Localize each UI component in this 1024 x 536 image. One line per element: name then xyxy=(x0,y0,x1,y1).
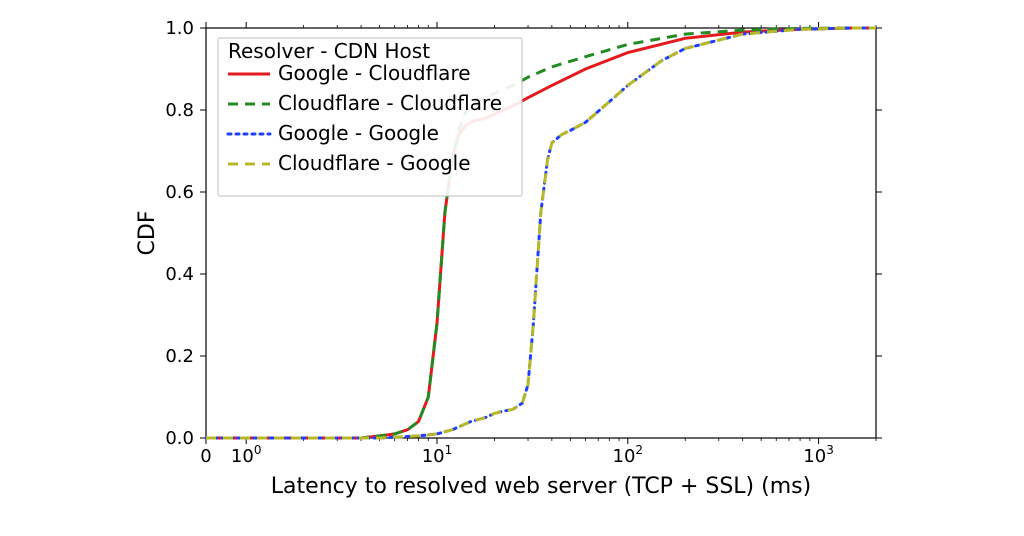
svg-text:1.0: 1.0 xyxy=(165,18,194,39)
svg-text:0.4: 0.4 xyxy=(165,264,194,285)
svg-text:102: 102 xyxy=(613,443,644,467)
svg-text:0.0: 0.0 xyxy=(165,428,194,449)
svg-text:103: 103 xyxy=(803,443,834,467)
svg-text:101: 101 xyxy=(422,443,453,467)
svg-text:Latency to resolved web server: Latency to resolved web server (TCP + SS… xyxy=(271,474,811,499)
svg-text:0.8: 0.8 xyxy=(165,100,194,121)
svg-text:100: 100 xyxy=(231,443,262,467)
svg-text:Google - Cloudflare: Google - Cloudflare xyxy=(278,61,471,85)
svg-text:0.2: 0.2 xyxy=(165,346,194,367)
svg-text:CDF: CDF xyxy=(135,211,160,256)
svg-text:Resolver - CDN Host: Resolver - CDN Host xyxy=(228,39,430,63)
svg-text:Google - Google: Google - Google xyxy=(278,121,439,145)
svg-text:Cloudflare - Cloudflare: Cloudflare - Cloudflare xyxy=(278,91,502,115)
svg-text:0: 0 xyxy=(200,446,211,467)
plot-area: 0.0 0.2 0.4 0.6 0.8 1.0 CDF 0 100 101 102 103 Latenc… xyxy=(126,18,896,518)
chart-svg: 0.0 0.2 0.4 0.6 0.8 1.0 CDF 0 100 101 102 103 Latenc… xyxy=(126,18,896,518)
svg-text:0.6: 0.6 xyxy=(165,182,194,203)
svg-text:Cloudflare - Google: Cloudflare - Google xyxy=(278,151,471,175)
chart-container: 0.0 0.2 0.4 0.6 0.8 1.0 CDF 0 100 101 102 103 Latenc… xyxy=(0,0,1024,536)
